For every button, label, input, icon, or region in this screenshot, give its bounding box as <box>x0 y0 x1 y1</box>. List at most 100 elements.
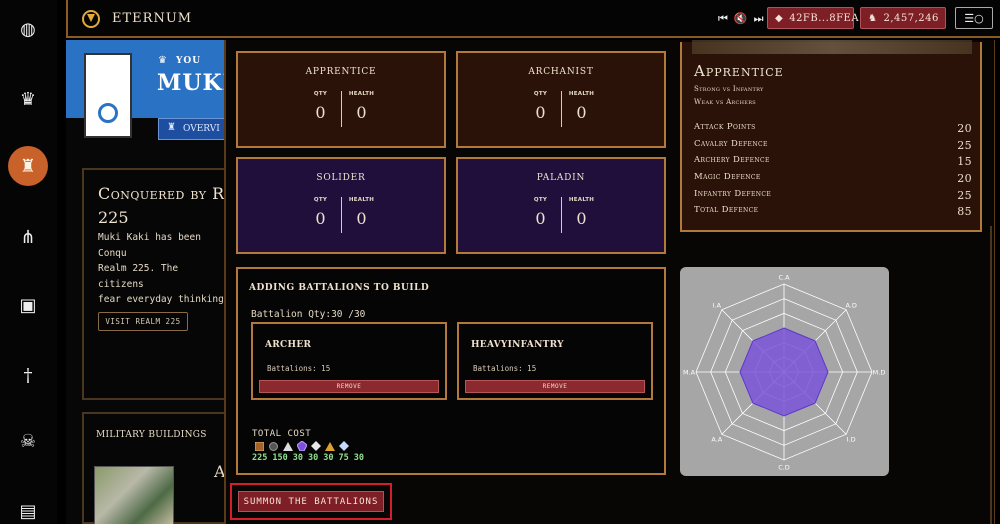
stat-label: Infantry Defence <box>694 189 772 199</box>
building-image <box>94 466 174 524</box>
unit-stats: QTY 0 HEALTH 0 <box>523 197 600 237</box>
stat-value: 20 <box>957 122 972 135</box>
build-title: ADDING BATTALIONS TO BUILD <box>249 283 430 293</box>
unit-card-apprentice[interactable]: APPRENTICE QTY 0 HEALTH 0 <box>236 51 446 148</box>
unit-info-panel: Apprentice Strong vs Infantry Weak vs Ar… <box>680 40 982 232</box>
build-battalions-panel: ADDING BATTALIONS TO BUILD Battalion Qty… <box>236 267 666 475</box>
order-icon <box>98 103 118 123</box>
health-label: HEALTH <box>348 197 375 203</box>
wallet-address: 42FB...8FEA <box>789 12 860 24</box>
qty-value: 0 <box>535 209 546 228</box>
amethyst-icon <box>296 441 307 451</box>
resource-values: 225 150 30 30 30 75 30 <box>252 453 369 463</box>
stat-value: 20 <box>957 172 972 185</box>
conquered-text: Muki Kaki has been Conqu Realm 225. The … <box>98 232 224 310</box>
conquered-card: Conquered by R 225 Muki Kaki has been Co… <box>82 168 226 400</box>
crystal-cost: 30 <box>353 453 364 463</box>
stat-row: Total Defence 85 <box>694 205 972 218</box>
flag-icon: ◆ <box>775 12 784 24</box>
overview-tab[interactable]: OVERVI <box>158 118 226 140</box>
radar-axis-label: I.D <box>847 436 856 444</box>
globe-icon[interactable]: ◍ <box>13 14 43 44</box>
stat-value: 85 <box>957 205 972 218</box>
battalion-card-heavyinfantry: HEAVYINFANTRY Battalions: 15 REMOVE <box>457 322 653 400</box>
health-label: HEALTH <box>568 91 595 97</box>
eternum-logo-icon <box>82 10 100 28</box>
diamond-cost: 30 <box>323 453 334 463</box>
radar-axis-label: M.D <box>873 369 886 377</box>
previous-track-icon[interactable]: ⏮ <box>718 12 728 26</box>
unit-stats: QTY 0 HEALTH 0 <box>303 197 380 237</box>
radar-svg: C.A A.D M.D I.D C.D A.A M.A I.A <box>683 274 886 472</box>
crystal-icon <box>338 441 349 451</box>
stat-label: Cavalry Defence <box>694 139 768 149</box>
stat-value: 25 <box>957 139 972 152</box>
military-buildings-title: MILITARY BUILDINGS <box>96 430 207 440</box>
unit-name: SOLIDER <box>316 173 366 183</box>
stone-cost: 150 <box>272 453 288 463</box>
stat-row: Cavalry Defence 25 <box>694 139 972 152</box>
qty-label: QTY <box>533 91 548 97</box>
battalion-modal: APPRENTICE QTY 0 HEALTH 0 ARCHANIST QTY 0 H… <box>224 40 994 524</box>
health-value: 0 <box>576 209 587 228</box>
trident-icon[interactable]: ⋔ <box>13 222 43 252</box>
unit-stats: QTY 0 HEALTH 0 <box>523 91 600 131</box>
silver-icon <box>282 441 293 451</box>
crown-icon[interactable]: ♛ <box>13 84 43 114</box>
mute-icon[interactable]: 🔇 <box>734 12 748 26</box>
battalion-name: HEAVYINFANTRY <box>471 340 564 350</box>
divider <box>340 197 342 233</box>
balance-value: 2,457,246 <box>883 12 939 24</box>
stat-label: Magic Defence <box>694 172 761 182</box>
top-bar: ETERNUM ⏮ 🔇 ⏭ ◆ 42FB...8FEA ♞ 2,457,246 … <box>66 0 1000 38</box>
resource-icons <box>254 441 349 451</box>
radar-axis-label: C.D <box>778 464 790 472</box>
stone-icon <box>268 441 279 451</box>
right-edge-border <box>990 226 1000 524</box>
wallet-button[interactable]: ◆ 42FB...8FEA <box>767 7 859 29</box>
health-value: 0 <box>356 103 367 122</box>
unit-weakness: Weak vs Archers <box>694 98 757 106</box>
radar-axis-label: A.A <box>711 436 722 444</box>
total-cost-label: TOTAL COST <box>252 429 312 439</box>
book-icon[interactable]: ▤ <box>13 496 43 524</box>
battalion-count: Battalions: 15 <box>473 364 537 373</box>
unit-art-strip <box>692 40 972 54</box>
castle-icon[interactable]: ♜ <box>8 146 48 186</box>
diamond-icon <box>310 441 321 451</box>
divider <box>560 197 562 233</box>
stat-value: 15 <box>957 155 972 168</box>
stat-row: Magic Defence 20 <box>694 172 972 185</box>
summon-highlight: SUMMON THE BATTALIONS <box>230 483 392 520</box>
divider <box>340 91 342 127</box>
stat-row: Infantry Defence 25 <box>694 189 972 202</box>
health-value: 0 <box>356 209 367 228</box>
battalion-card-archer: ARCHER Battalions: 15 REMOVE <box>251 322 447 400</box>
next-track-icon[interactable]: ⏭ <box>754 12 764 26</box>
realm-panel: ♛ YOU MUKI OVERVI Conquered by R 225 Muk… <box>66 40 233 524</box>
battalion-qty: Battalion Qty:30 /30 <box>251 309 366 320</box>
conquered-realm-number: 225 <box>98 208 129 227</box>
unit-name: APPRENTICE <box>305 67 377 77</box>
qty-value: 0 <box>315 103 326 122</box>
remove-button[interactable]: REMOVE <box>465 380 645 393</box>
realm-name: MUKI <box>157 70 234 96</box>
unit-card-archanist[interactable]: ARCHANIST QTY 0 HEALTH 0 <box>456 51 666 148</box>
summon-battalions-button[interactable]: SUMMON THE BATTALIONS <box>238 491 384 512</box>
health-label: HEALTH <box>348 91 375 97</box>
visit-realm-button[interactable]: VISIT REALM 225 <box>98 312 188 331</box>
settings-toggle-button[interactable]: ☰○ <box>955 7 993 29</box>
sword-icon[interactable]: † <box>13 360 43 390</box>
remove-button[interactable]: REMOVE <box>259 380 439 393</box>
unit-card-solider[interactable]: SOLIDER QTY 0 HEALTH 0 <box>236 157 446 254</box>
balance-badge[interactable]: ♞ 2,457,246 <box>860 7 946 29</box>
unit-name: PALADIN <box>536 173 586 183</box>
unit-card-paladin[interactable]: PALADIN QTY 0 HEALTH 0 <box>456 157 666 254</box>
skull-icon[interactable]: ☠ <box>13 426 43 456</box>
fort-icon[interactable]: ▣ <box>13 290 43 320</box>
divider <box>560 91 562 127</box>
gold-cost: 75 <box>338 453 349 463</box>
gold-icon <box>324 441 335 451</box>
unit-stats: QTY 0 HEALTH 0 <box>303 91 380 131</box>
radar-data-area <box>739 327 829 417</box>
